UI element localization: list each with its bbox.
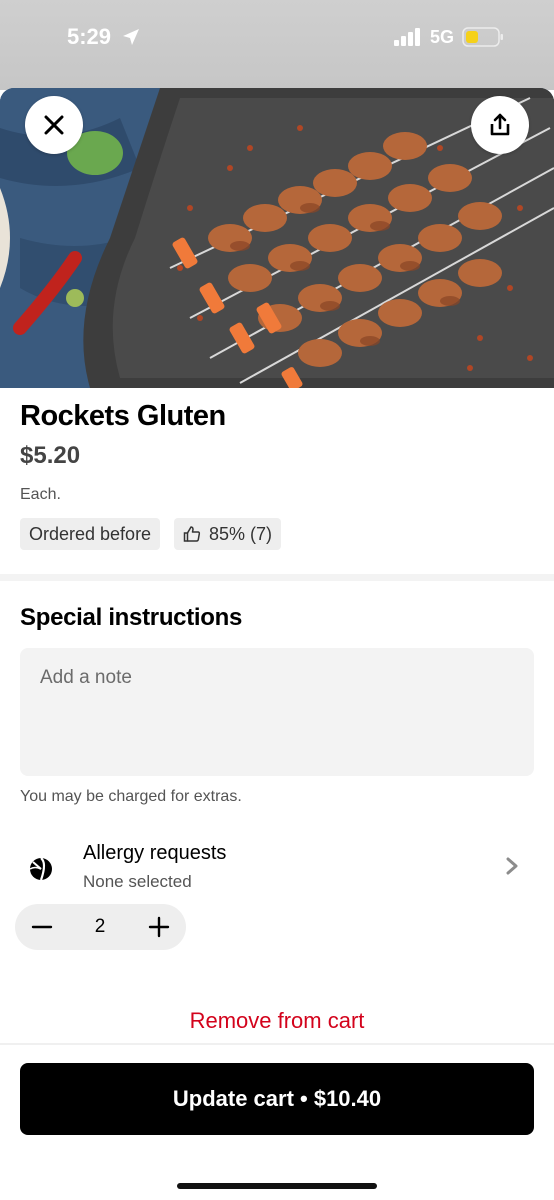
- thumbs-up-icon: [183, 526, 201, 542]
- share-button[interactable]: [471, 96, 529, 154]
- rating-label: 85% (7): [209, 523, 273, 544]
- item-photo: [0, 88, 554, 388]
- allergy-requests-title: Allergy requests: [83, 842, 227, 864]
- section-divider: [0, 574, 554, 581]
- footer-divider: [0, 1043, 554, 1045]
- chevron-right-icon: [506, 857, 518, 875]
- share-icon: [490, 113, 510, 136]
- ordered-before-badge: Ordered before: [20, 518, 161, 550]
- network-label: 5G: [430, 27, 455, 47]
- decrease-quantity-button[interactable]: [29, 914, 55, 940]
- increase-quantity-button[interactable]: [146, 914, 172, 940]
- quantity-value: 2: [94, 916, 106, 937]
- item-unit: Each.: [20, 486, 61, 503]
- signal-bars-icon: [394, 28, 420, 46]
- allergy-icon: [29, 857, 52, 881]
- battery-icon: [462, 27, 503, 47]
- allergy-requests-row[interactable]: Allergy requests None selected: [0, 830, 554, 900]
- quantity-stepper: 2: [15, 904, 186, 950]
- close-button[interactable]: [25, 96, 83, 154]
- status-bar: 5:29 5G: [0, 0, 554, 90]
- status-time: 5:29: [67, 24, 112, 49]
- remove-from-cart-link[interactable]: Remove from cart: [0, 1008, 554, 1034]
- location-arrow-icon: [123, 29, 139, 45]
- note-input[interactable]: [20, 648, 534, 776]
- update-cart-button[interactable]: Update cart • $10.40: [20, 1063, 534, 1135]
- allergy-requests-subtitle: None selected: [83, 872, 192, 891]
- item-title: Rockets Gluten: [20, 400, 226, 432]
- item-price: $5.20: [20, 442, 81, 469]
- close-icon: [44, 115, 64, 135]
- home-indicator: [177, 1183, 377, 1189]
- rating-badge: 85% (7): [174, 518, 282, 550]
- special-instructions-title: Special instructions: [20, 604, 243, 631]
- charge-note: You may be charged for extras.: [20, 788, 242, 805]
- ordered-before-label: Ordered before: [29, 523, 152, 544]
